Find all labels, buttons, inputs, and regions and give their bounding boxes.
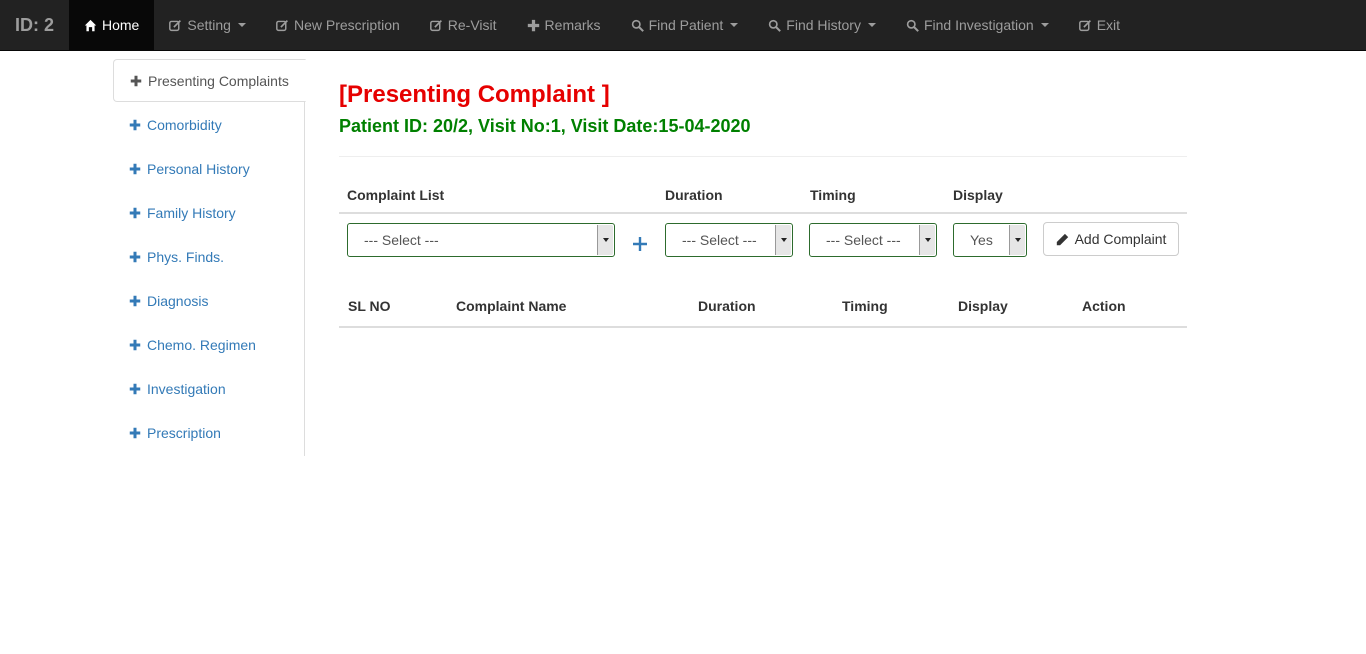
sidebar-item-personal-history[interactable]: Personal History [113, 147, 304, 191]
chevron-down-icon [597, 225, 613, 255]
complaint-list-header: Complaint List [347, 187, 445, 203]
duration-select[interactable]: --- Select --- [665, 223, 793, 257]
top-navbar: ID: 2 Home Setting New Prescription Re-V… [0, 0, 1366, 51]
plus-icon [129, 383, 141, 395]
sidebar-item-label: Family History [147, 205, 236, 221]
plus-icon [130, 75, 142, 86]
duration-header: Duration [665, 187, 723, 203]
search-icon [906, 19, 919, 32]
nav-revisit-label: Re-Visit [447, 17, 497, 33]
nav-setting[interactable]: Setting [154, 0, 261, 50]
nav-home[interactable]: Home [69, 0, 155, 50]
chevron-down-icon [867, 23, 876, 27]
sidebar-item-diagnosis[interactable]: Diagnosis [113, 279, 304, 323]
nav-find-investigation[interactable]: Find Investigation [891, 0, 1064, 50]
chevron-down-icon [1040, 23, 1049, 27]
home-icon [84, 19, 97, 31]
main-content: [Presenting Complaint ] Patient ID: 20/2… [339, 80, 1187, 328]
edit-icon [1078, 19, 1091, 31]
chevron-down-icon [730, 23, 739, 27]
nav-new-prescription-label: New Prescription [293, 17, 400, 33]
sidebar-item-chemo-regimen[interactable]: Chemo. Regimen [113, 323, 304, 367]
complaint-form-header: Complaint List Duration Timing Display [339, 157, 1187, 214]
timing-select[interactable]: --- Select --- [809, 223, 937, 257]
column-header: Action [1082, 298, 1126, 314]
patient-info: Patient ID: 20/2, Visit No:1, Visit Date… [339, 116, 751, 136]
sidebar-nav: Presenting Complaints Comorbidity Person… [113, 59, 306, 456]
plus-icon [129, 207, 141, 219]
plus-icon [129, 295, 141, 307]
nav-home-label: Home [102, 17, 140, 33]
add-complaint-label: Add Complaint [1074, 231, 1167, 247]
plus-icon [129, 119, 141, 131]
complaint-list-select-value: --- Select --- [364, 232, 439, 248]
nav-revisit[interactable]: Re-Visit [415, 0, 512, 50]
sidebar-item-label: Presenting Complaints [148, 72, 289, 89]
chevron-down-icon [1009, 225, 1025, 255]
edit-icon [429, 19, 442, 31]
nav-exit[interactable]: Exit [1064, 0, 1135, 50]
complaint-table-header: SL NO Complaint Name Duration Timing Dis… [339, 274, 1187, 328]
timing-header: Timing [810, 187, 856, 203]
sidebar-item-label: Prescription [147, 425, 221, 441]
complaint-form-row: --- Select --- --- Select --- --- Select… [339, 214, 1187, 274]
plus-icon [527, 19, 539, 31]
nav-find-history-label: Find History [786, 17, 861, 33]
sidebar-item-investigation[interactable]: Investigation [113, 367, 304, 411]
edit-icon [276, 19, 288, 31]
sidebar-item-family-history[interactable]: Family History [113, 191, 304, 235]
display-select[interactable]: Yes [953, 223, 1027, 257]
sidebar-item-comorbidity[interactable]: Comorbidity [113, 103, 304, 147]
column-header: SL NO [348, 298, 391, 314]
display-select-value: Yes [970, 232, 993, 248]
sidebar-item-label: Diagnosis [147, 293, 209, 309]
plus-icon [129, 163, 141, 175]
nav-remarks-label: Remarks [544, 17, 601, 33]
duration-select-value: --- Select --- [682, 232, 757, 248]
column-header: Timing [842, 298, 888, 314]
nav-setting-label: Setting [187, 17, 231, 33]
plus-icon [129, 339, 141, 351]
sidebar-item-label: Comorbidity [147, 117, 222, 133]
chevron-down-icon [775, 225, 791, 255]
sidebar-item-label: Phys. Finds. [147, 249, 225, 265]
complaint-list-select[interactable]: --- Select --- [347, 223, 615, 257]
nav-remarks[interactable]: Remarks [512, 0, 616, 50]
page-title: [Presenting Complaint ] [339, 81, 610, 108]
sidebar-item-phys-finds[interactable]: Phys. Finds. [113, 235, 304, 279]
nav-new-prescription[interactable]: New Prescription [261, 0, 415, 50]
search-icon [631, 19, 644, 32]
plus-icon [129, 251, 141, 263]
nav-find-investigation-label: Find Investigation [923, 17, 1034, 33]
search-icon [769, 19, 782, 32]
user-id-brand: ID: 2 [14, 14, 54, 35]
pencil-icon [1056, 233, 1068, 245]
nav-exit-label: Exit [1096, 17, 1121, 33]
display-header: Display [953, 187, 1003, 203]
chevron-down-icon [919, 225, 935, 255]
column-header: Display [958, 298, 1008, 314]
plus-icon [129, 427, 141, 439]
add-complaint-button[interactable]: Add Complaint [1043, 222, 1179, 256]
add-complaint-plus-icon[interactable] [632, 236, 648, 252]
nav-find-history[interactable]: Find History [753, 0, 891, 50]
column-header: Duration [698, 298, 756, 314]
sidebar-item-label: Chemo. Regimen [147, 337, 256, 353]
nav-find-patient-label: Find Patient [648, 17, 724, 33]
edit-icon [169, 19, 182, 31]
timing-select-value: --- Select --- [826, 232, 901, 248]
sidebar-item-prescription[interactable]: Prescription [113, 411, 304, 455]
sidebar-item-label: Personal History [147, 161, 250, 177]
sidebar-item-label: Investigation [147, 381, 226, 397]
nav-find-patient[interactable]: Find Patient [616, 0, 754, 50]
column-header: Complaint Name [456, 298, 567, 314]
chevron-down-icon [237, 23, 246, 27]
sidebar-item-presenting-complaints[interactable]: Presenting Complaints [113, 59, 306, 102]
